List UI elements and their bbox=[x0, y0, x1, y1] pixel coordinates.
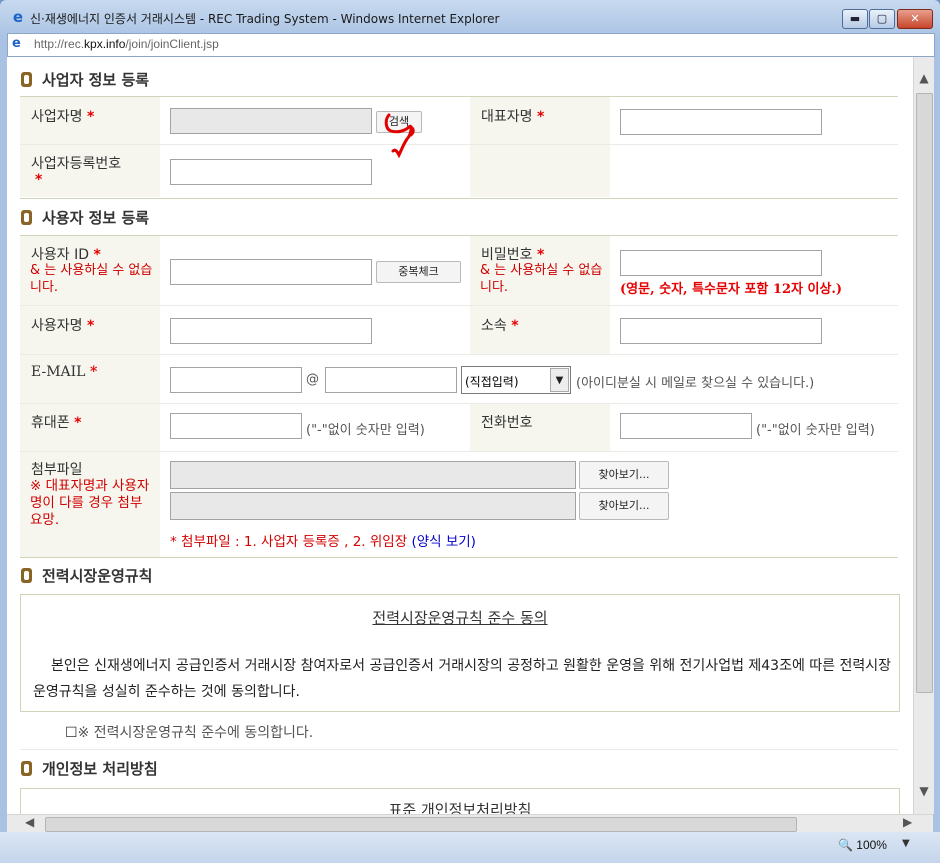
attach-label: 첨부파일 bbox=[31, 462, 83, 478]
section-bullet-icon bbox=[21, 72, 32, 87]
browser-window: e 신·재생에너지 인증서 거래시스템 - REC Trading System… bbox=[0, 0, 940, 863]
red-scribble-annotation bbox=[384, 113, 415, 159]
scroll-left-arrow-icon[interactable]: ◀ bbox=[25, 815, 34, 829]
privacy-box-title: 표준 개인정보처리방침 bbox=[388, 801, 532, 814]
privacy-box: 표준 개인정보처리방침 bbox=[20, 788, 900, 814]
password-warning: & 는 사용하실 수 없습니다. bbox=[480, 263, 603, 295]
business-name-label: 사업자명 * bbox=[31, 109, 95, 125]
mobile-hint: ("-"없이 숫자만 입력) bbox=[306, 423, 425, 438]
attach-file-input-2[interactable] bbox=[170, 492, 576, 520]
section-bullet-icon bbox=[21, 761, 32, 776]
window-title: 신·재생에너지 인증서 거래시스템 - REC Trading System -… bbox=[30, 12, 500, 26]
form-sample-link[interactable]: (양식 보기) bbox=[411, 534, 476, 550]
status-bar: 🔍 100% ▼ bbox=[0, 832, 940, 863]
phone-hint: ("-"없이 숫자만 입력) bbox=[756, 423, 875, 438]
user-name-label: 사용자명 * bbox=[31, 318, 95, 334]
url-domain: kpx.info bbox=[84, 37, 126, 51]
row-divider bbox=[20, 749, 898, 750]
close-button[interactable]: ✕ bbox=[897, 9, 933, 29]
agree-checkbox-label: ※ 전력시장운영규칙 준수에 동의합니다. bbox=[77, 725, 314, 741]
address-url[interactable]: http://rec.kpx.info/join/joinClient.jsp bbox=[34, 37, 219, 51]
url-prefix: http://rec. bbox=[34, 37, 85, 51]
minimize-button[interactable]: ▬ bbox=[842, 9, 868, 29]
password-rule-text: (영문, 숫자, 특수문자 포함 12자 이상.) bbox=[620, 282, 843, 297]
email-hint: (아이디분실 시 메일로 찾으실 수 있습니다.) bbox=[576, 376, 815, 391]
section-title: 전력시장운영규칙 bbox=[42, 567, 153, 585]
vertical-scroll-thumb[interactable] bbox=[916, 93, 933, 693]
mobile-input[interactable] bbox=[170, 413, 302, 439]
user-name-input[interactable] bbox=[170, 318, 372, 344]
dept-label: 소속 * bbox=[481, 318, 519, 334]
user-id-label: 사용자 ID * bbox=[31, 247, 101, 263]
password-input[interactable] bbox=[620, 250, 822, 276]
email-label: E-MAIL * bbox=[31, 364, 98, 380]
browse-button-1[interactable]: 찾아보기... bbox=[579, 461, 669, 489]
scroll-right-arrow-icon[interactable]: ▶ bbox=[903, 815, 912, 829]
horizontal-scrollbar[interactable]: ◀ ▶ bbox=[7, 814, 933, 833]
scroll-up-arrow-icon[interactable]: ▲ bbox=[914, 71, 934, 85]
chevron-down-icon[interactable]: ▼ bbox=[550, 368, 569, 392]
attach-note-text: * 첨부파일 : 1. 사업자 등록증 , 2. 위임장 bbox=[170, 534, 408, 550]
user-id-input[interactable] bbox=[170, 259, 372, 285]
at-sign: @ bbox=[306, 372, 319, 387]
dept-input[interactable] bbox=[620, 318, 822, 344]
label-cell bbox=[470, 145, 610, 197]
page-content: 사업자 정보 등록 사업자명 * 검색 대표자명 * 사업자등록번호 * 사용자… bbox=[7, 57, 913, 814]
email-local-input[interactable] bbox=[170, 367, 302, 393]
url-path: /join/joinClient.jsp bbox=[125, 37, 219, 51]
phone-label: 전화번호 bbox=[481, 415, 533, 431]
mobile-label: 휴대폰 * bbox=[31, 415, 82, 431]
agree-checkbox[interactable]: ☐ bbox=[65, 725, 78, 741]
horizontal-scroll-thumb[interactable] bbox=[45, 817, 797, 832]
row-divider bbox=[20, 144, 898, 145]
title-bar: e 신·재생에너지 인증서 거래시스템 - REC Trading System… bbox=[0, 0, 940, 34]
zoom-value: 100% bbox=[856, 838, 887, 852]
browse-button-2[interactable]: 찾아보기... bbox=[579, 492, 669, 520]
reg-no-required-mark: * bbox=[35, 172, 43, 188]
phone-input[interactable] bbox=[620, 413, 752, 439]
user-id-warning: & 는 사용하실 수 없습니다. bbox=[30, 263, 153, 295]
rules-box-body: 본인은 신재생에너지 공급인증서 거래시장 참여자로서 공급인증서 거래시장의 … bbox=[33, 658, 892, 700]
section-bullet-icon bbox=[21, 210, 32, 225]
business-name-input[interactable] bbox=[170, 108, 372, 134]
vertical-scrollbar[interactable]: ▲ ▼ bbox=[913, 57, 934, 814]
section-title: 사업자 정보 등록 bbox=[42, 71, 150, 89]
address-bar[interactable]: e http://rec.kpx.info/join/joinClient.js… bbox=[7, 33, 935, 57]
password-label: 비밀번호 * bbox=[481, 247, 545, 263]
rules-box-title: 전력시장운영규칙 준수 동의 bbox=[372, 609, 548, 627]
attach-file-input-1[interactable] bbox=[170, 461, 576, 489]
zoom-level[interactable]: 🔍 100% bbox=[838, 838, 887, 852]
email-domain-select[interactable]: (직접입력) ▼ bbox=[461, 366, 571, 394]
email-domain-input[interactable] bbox=[325, 367, 457, 393]
ceo-input[interactable] bbox=[620, 109, 822, 135]
ceo-label: 대표자명 * bbox=[481, 109, 545, 125]
zoom-dropdown-icon[interactable]: ▼ bbox=[902, 838, 910, 849]
section-bullet-icon bbox=[21, 568, 32, 583]
section-title: 사용자 정보 등록 bbox=[42, 209, 150, 227]
rules-agree-row[interactable]: ☐※ 전력시장운영규칙 준수에 동의합니다. bbox=[65, 722, 313, 742]
rules-box: 전력시장운영규칙 준수 동의 본인은 신재생에너지 공급인증서 거래시장 참여자… bbox=[20, 594, 900, 712]
page-icon: e bbox=[12, 36, 21, 51]
section-title: 개인정보 처리방침 bbox=[42, 760, 158, 778]
maximize-button[interactable]: ▢ bbox=[869, 9, 895, 29]
divider bbox=[20, 198, 898, 199]
email-domain-select-value: (직접입력) bbox=[465, 375, 519, 389]
ie-logo-icon: e bbox=[12, 8, 24, 26]
attach-warning: ※ 대표자명과 사용자명이 다를 경우 첨부 요망. bbox=[30, 478, 150, 528]
scroll-down-arrow-icon[interactable]: ▼ bbox=[914, 784, 934, 798]
duplicate-check-button[interactable]: 중복체크 bbox=[376, 261, 461, 283]
reg-no-label: 사업자등록번호 bbox=[31, 156, 122, 172]
reg-no-input[interactable] bbox=[170, 159, 372, 185]
divider bbox=[20, 557, 898, 558]
attach-note: * 첨부파일 : 1. 사업자 등록증 , 2. 위임장 (양식 보기) bbox=[170, 530, 476, 550]
